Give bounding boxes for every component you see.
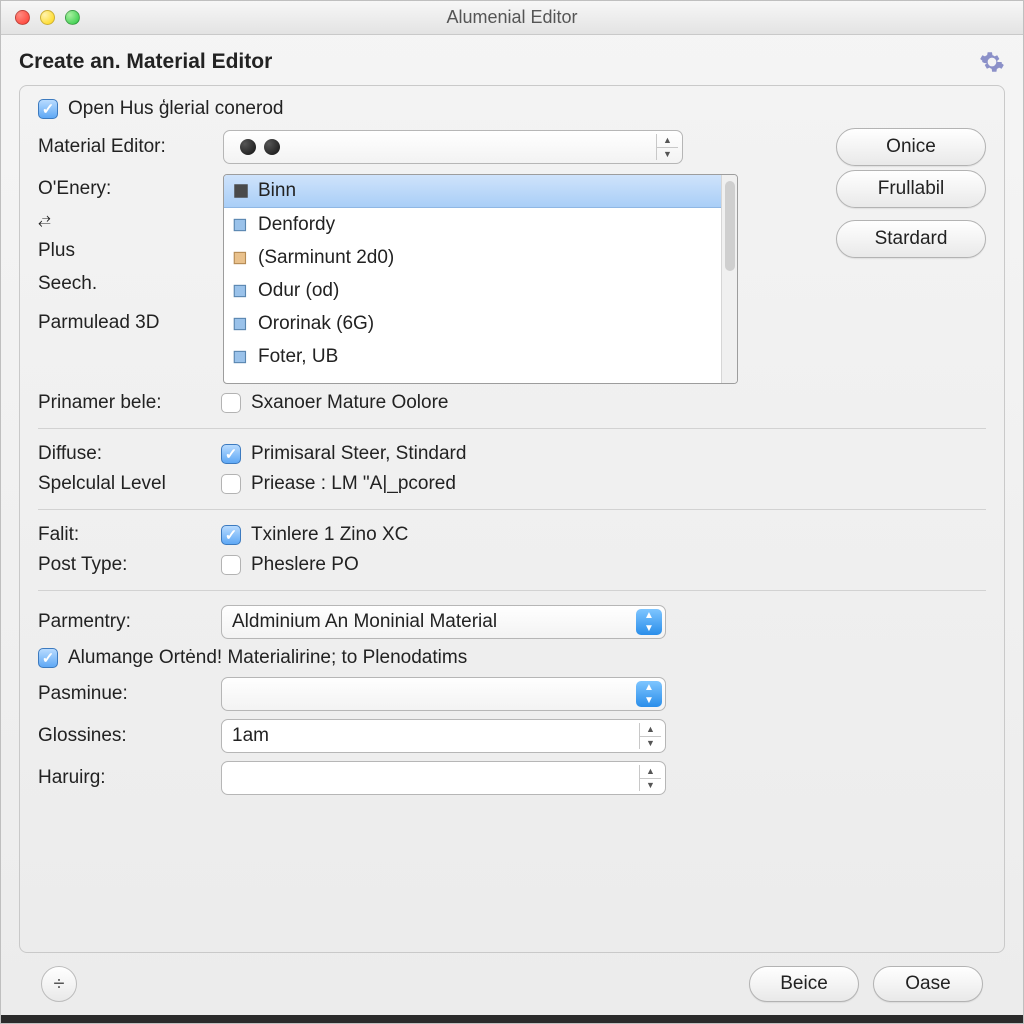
oenery-label: O'Enery: xyxy=(38,178,211,200)
parmulead-label: Parmulead 3D xyxy=(38,312,211,334)
frullabil-button[interactable]: Frullabil xyxy=(836,170,986,208)
scrollbar[interactable] xyxy=(721,175,737,383)
beice-button[interactable]: Beice xyxy=(749,966,859,1002)
open-hus-label: Open Hus ģlerial conerod xyxy=(68,98,283,120)
cube-icon xyxy=(232,348,250,366)
stepper-icon[interactable]: ▲▼ xyxy=(639,723,661,749)
window: Alumenial Editor Create an. Material Edi… xyxy=(0,0,1024,1024)
prinamer-checkbox[interactable] xyxy=(221,393,241,413)
glyph-label: ⥄ xyxy=(38,211,211,229)
gear-icon[interactable] xyxy=(979,49,1005,75)
cube-icon xyxy=(232,315,250,333)
section-title: Create an. Material Editor xyxy=(19,50,272,74)
diffuse-row: Diffuse: Primisaral Steer, Stindard xyxy=(38,443,986,465)
alumange-checkbox[interactable] xyxy=(38,648,58,668)
posttype-label: Post Type: xyxy=(38,554,211,576)
stepper-icon[interactable]: ▲▼ xyxy=(656,134,678,160)
prinamer-label: Prinamer bele: xyxy=(38,392,211,414)
footer: ÷ Beice Oase xyxy=(19,953,1005,1015)
haruirg-row: Haruirg: ▲▼ xyxy=(38,761,986,795)
material-editor-select[interactable]: ▲▼ xyxy=(223,130,683,164)
divider xyxy=(38,428,986,429)
open-hus-row: Open Hus ģlerial conerod xyxy=(38,98,986,120)
spelculal-row: Spelculal Level Priease : LM "A|_pcored xyxy=(38,473,986,495)
pasminue-combo[interactable]: ▲▼ xyxy=(221,677,666,711)
falit-row: Falit: Txinlere 1 Zino XC xyxy=(38,524,986,546)
stardard-button[interactable]: Stardard xyxy=(836,220,986,258)
spelculal-label: Spelculal Level xyxy=(38,473,211,495)
list-item[interactable]: Binn xyxy=(224,175,721,208)
header-row: Create an. Material Editor xyxy=(19,49,1005,75)
divide-icon[interactable]: ÷ xyxy=(41,966,77,1002)
list-item[interactable]: Foter, UB xyxy=(224,340,721,373)
square-icon xyxy=(232,182,250,200)
plus-label: Plus xyxy=(38,240,211,262)
glossines-input[interactable]: 1am ▲▼ xyxy=(221,719,666,753)
left-labels: O'Enery: ⥄ Plus Seech. Parmulead 3D xyxy=(38,174,211,334)
pasminue-row: Pasminue: ▲▼ xyxy=(38,677,986,711)
material-editor-label: Material Editor: xyxy=(38,136,211,158)
list-item[interactable]: Odur (od) xyxy=(224,274,721,307)
chevron-updown-icon[interactable]: ▲▼ xyxy=(636,681,662,707)
stepper-icon[interactable]: ▲▼ xyxy=(639,765,661,791)
glossines-label: Glossines: xyxy=(38,725,211,747)
haruirg-label: Haruirg: xyxy=(38,767,211,789)
list-item[interactable]: (Sarminunt 2d0) xyxy=(224,241,721,274)
dots-icon xyxy=(240,139,280,155)
listbox[interactable]: Binn Denfordy (Sarminunt 2d0) Odur xyxy=(223,174,738,384)
open-hus-checkbox[interactable] xyxy=(38,99,58,119)
right-button-column-2: Frullabil Stardard xyxy=(836,170,986,258)
haruirg-input[interactable]: ▲▼ xyxy=(221,761,666,795)
chevron-updown-icon[interactable]: ▲▼ xyxy=(636,609,662,635)
falit-text: Txinlere 1 Zino XC xyxy=(251,524,408,546)
parmentry-row: Parmentry: Aldminium An Moninial Materia… xyxy=(38,605,986,639)
oase-button[interactable]: Oase xyxy=(873,966,983,1002)
prinamer-row: Prinamer bele: Sxanoer Mature Oolore xyxy=(38,392,986,414)
titlebar: Alumenial Editor xyxy=(1,1,1023,35)
close-icon[interactable] xyxy=(15,10,30,25)
diffuse-label: Diffuse: xyxy=(38,443,211,465)
divider xyxy=(38,509,986,510)
falit-label: Falit: xyxy=(38,524,211,546)
bottom-strip xyxy=(1,1015,1023,1023)
alumange-label: Alumange Ortėnd! Materialirine; to Pleno… xyxy=(68,647,467,669)
seech-label: Seech. xyxy=(38,273,211,295)
cube-icon xyxy=(232,216,250,234)
diffuse-text: Primisaral Steer, Stindard xyxy=(251,443,466,465)
glossines-row: Glossines: 1am ▲▼ xyxy=(38,719,986,753)
prinamer-text: Sxanoer Mature Oolore xyxy=(251,392,449,414)
scrollbar-thumb[interactable] xyxy=(725,181,735,271)
posttype-text: Pheslere PO xyxy=(251,554,359,576)
diffuse-checkbox[interactable] xyxy=(221,444,241,464)
zoom-icon[interactable] xyxy=(65,10,80,25)
cube-icon xyxy=(232,282,250,300)
posttype-row: Post Type: Pheslere PO xyxy=(38,554,986,576)
content: Create an. Material Editor Open Hus ģler… xyxy=(1,35,1023,1015)
list-row: O'Enery: ⥄ Plus Seech. Parmulead 3D Binn xyxy=(38,174,986,384)
panel: Open Hus ģlerial conerod Material Editor… xyxy=(19,85,1005,953)
onice-button[interactable]: Onice xyxy=(836,128,986,166)
material-editor-row: Material Editor: ▲▼ Onice xyxy=(38,128,986,166)
parmentry-label: Parmentry: xyxy=(38,611,211,633)
alumange-row: Alumange Ortėnd! Materialirine; to Pleno… xyxy=(38,647,986,669)
traffic-lights xyxy=(15,10,80,25)
divider xyxy=(38,590,986,591)
posttype-checkbox[interactable] xyxy=(221,555,241,575)
spelculal-text: Priease : LM "A|_pcored xyxy=(251,473,456,495)
window-title: Alumenial Editor xyxy=(1,7,1023,28)
list-item[interactable]: Denfordy xyxy=(224,208,721,241)
list-item[interactable]: Ororinak (6G) xyxy=(224,307,721,340)
right-button-column: Onice xyxy=(836,128,986,166)
cube-icon xyxy=(232,249,250,267)
parmentry-combo[interactable]: Aldminium An Moninial Material ▲▼ xyxy=(221,605,666,639)
spelculal-checkbox[interactable] xyxy=(221,474,241,494)
falit-checkbox[interactable] xyxy=(221,525,241,545)
minimize-icon[interactable] xyxy=(40,10,55,25)
pasminue-label: Pasminue: xyxy=(38,683,211,705)
